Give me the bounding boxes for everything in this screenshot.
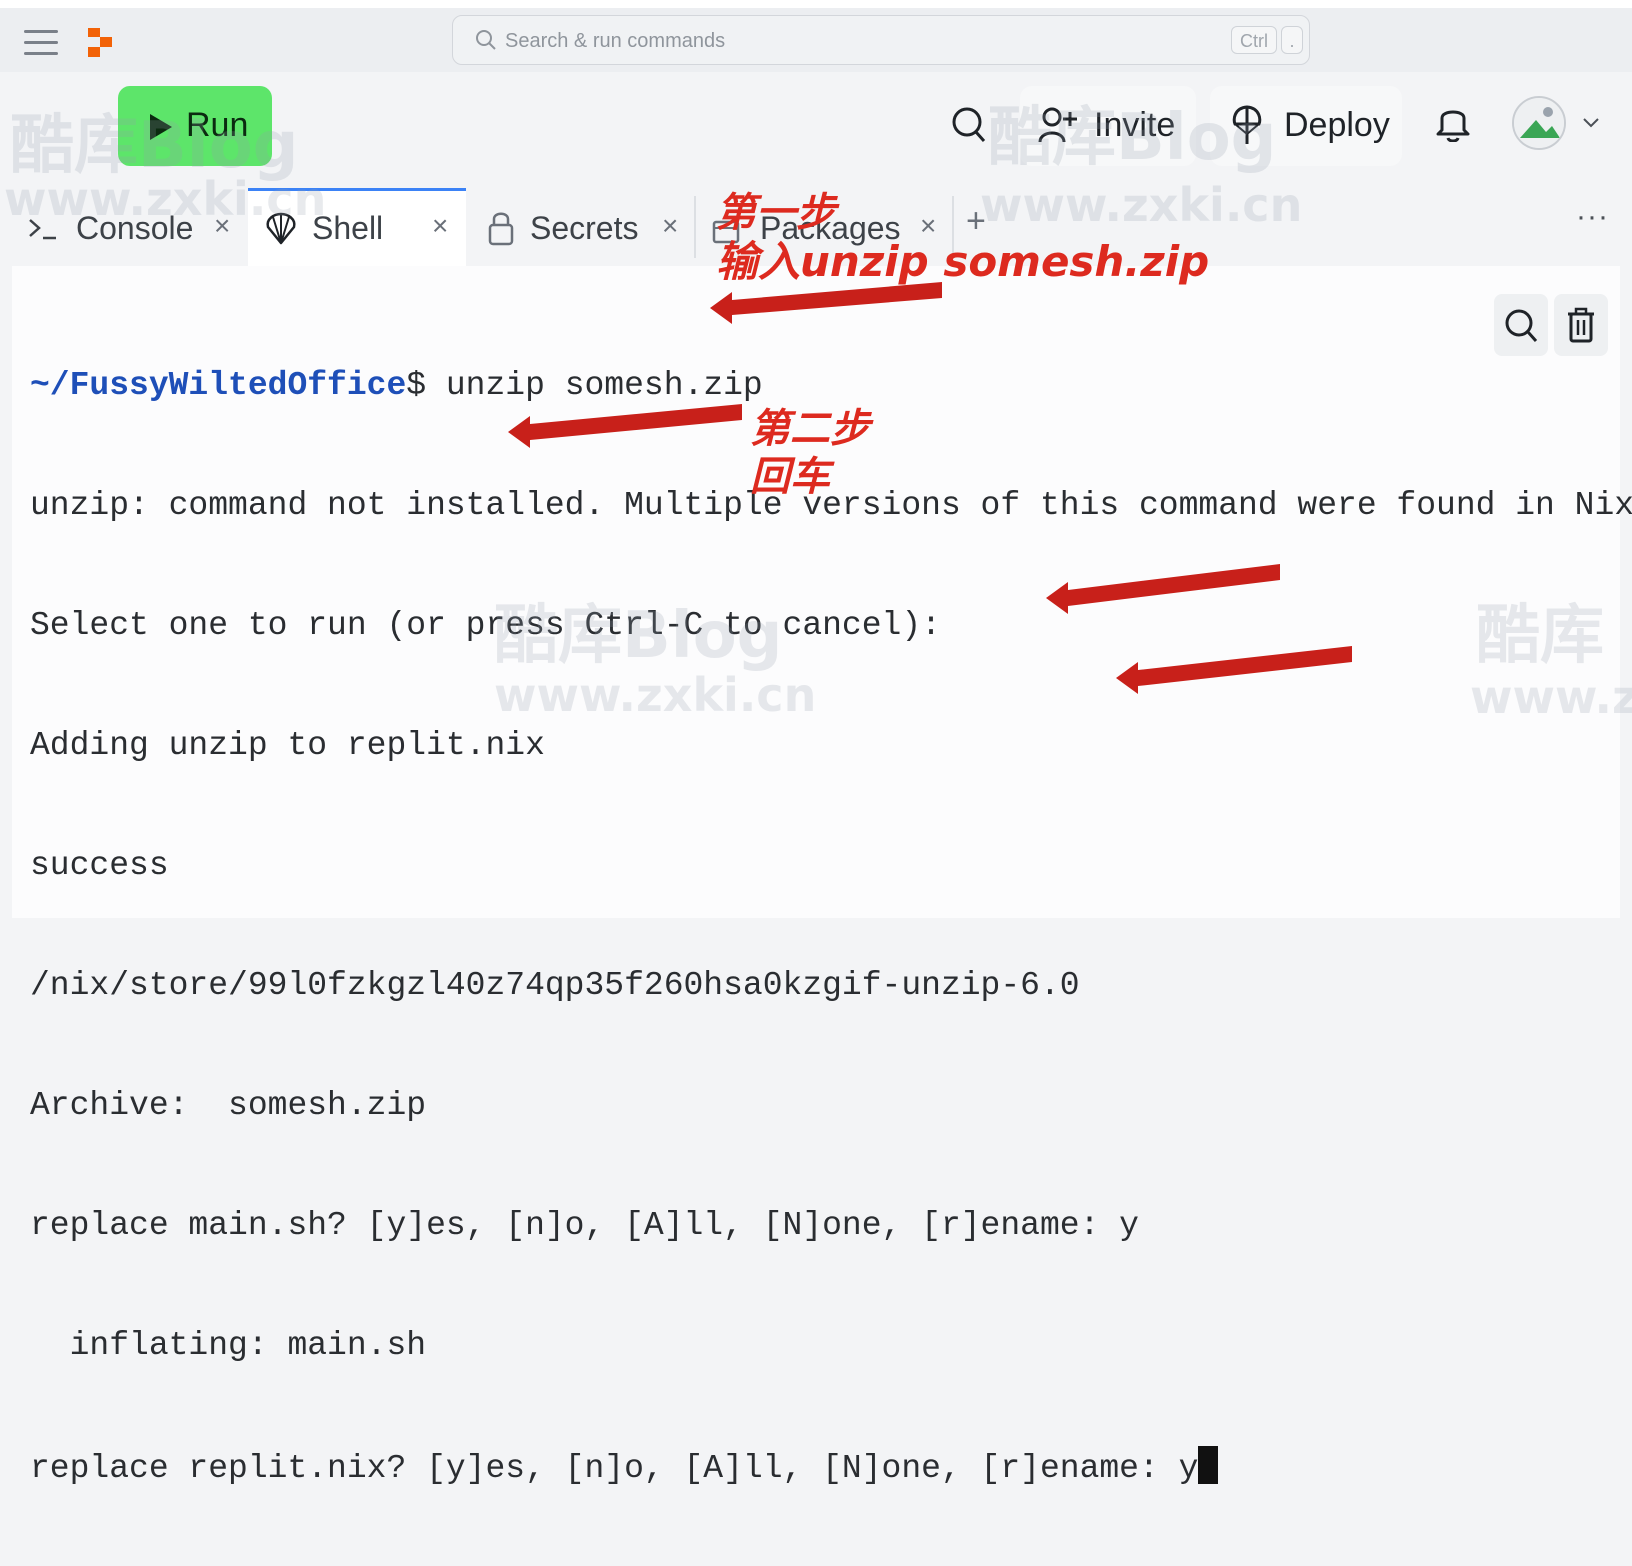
annotation-arrows: [508, 282, 1352, 694]
arrow-replace-nix: [1116, 646, 1352, 694]
terminal-line: /nix/store/99l0fzkgzl40z74qp35f260hsa0kz…: [30, 967, 1080, 1004]
terminal-last-line: replace replit.nix? [y]es, [n]o, [A]ll, …: [30, 1446, 1632, 1487]
arrow-replace-main: [1046, 564, 1280, 614]
terminal-line: inflating: main.sh: [30, 1327, 427, 1364]
terminal-line: replace replit.nix? [y]es, [n]o, [A]ll, …: [30, 1450, 1199, 1487]
arrow-step2: [508, 404, 742, 448]
arrow-step1: [710, 282, 942, 324]
terminal-cursor: [1198, 1446, 1219, 1484]
terminal-line: Archive: somesh.zip: [30, 1087, 427, 1124]
terminal-line: replace main.sh? [y]es, [n]o, [A]ll, [N]…: [30, 1207, 1139, 1244]
